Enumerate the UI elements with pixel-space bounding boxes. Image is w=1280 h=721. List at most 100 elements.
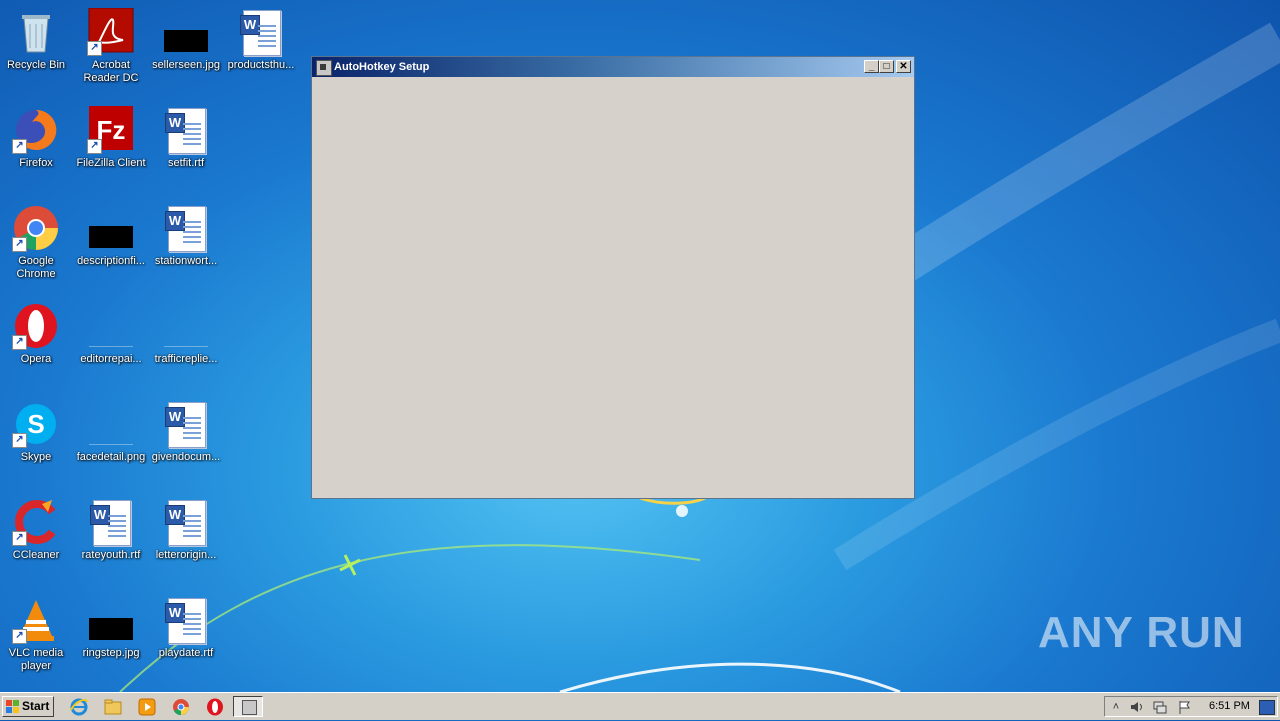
word-document-icon: W [162, 106, 210, 154]
desktop-icon-label: rateyouth.rtf [81, 549, 141, 561]
maximize-button[interactable]: □ [879, 60, 894, 73]
window-titlebar[interactable]: AutoHotkey Setup _ □ ✕ [312, 57, 914, 77]
opera-icon[interactable] [206, 698, 224, 716]
desktop-icon-acrobat-reader-dc[interactable]: ↗ Acrobat Reader DC [73, 7, 149, 85]
desktop-icon-facedetail[interactable]: facedetail.png [73, 400, 149, 464]
autohotkey-setup-icon [242, 700, 257, 715]
word-document-icon: W [162, 596, 210, 644]
folder-icon[interactable] [104, 698, 122, 716]
desktop-icon-firefox[interactable]: ↗ Firefox [0, 106, 74, 170]
shortcut-arrow-icon: ↗ [12, 531, 27, 546]
autohotkey-setup-icon [316, 60, 332, 76]
desktop-icon-label: Google Chrome [16, 255, 56, 280]
recycle-bin-icon [12, 8, 60, 56]
shortcut-arrow-icon: ↗ [87, 139, 102, 154]
anyrun-watermark: ANY RUN [1038, 608, 1245, 657]
media-player-icon[interactable] [138, 698, 156, 716]
system-tray: ˄ 6:51 PM [1104, 696, 1278, 717]
desktop-icon-label: VLC media player [8, 647, 64, 672]
desktop-icon-ringstep[interactable]: ringstep.jpg [73, 596, 149, 660]
taskbar-button-autohotkey-setup[interactable] [233, 696, 263, 717]
desktop-icon-label: descriptionfi... [77, 255, 145, 267]
window-title: AutoHotkey Setup [334, 61, 430, 73]
word-document-icon: W [162, 498, 210, 546]
desktop-icon-skype[interactable]: S ↗ Skype [0, 400, 74, 464]
shortcut-arrow-icon: ↗ [12, 629, 27, 644]
chrome-icon: ↗ [12, 204, 60, 252]
desktop-icon-label: FileZilla Client [76, 157, 146, 169]
system-clock[interactable]: 6:51 PM [1209, 697, 1250, 716]
shortcut-arrow-icon: ↗ [12, 139, 27, 154]
skype-icon: S ↗ [12, 400, 60, 448]
desktop-icon-label: setfit.rtf [167, 157, 205, 169]
desktop-icon-label: sellerseen.jpg [152, 59, 220, 71]
show-desktop-button[interactable] [1259, 700, 1275, 715]
word-document-icon: W [162, 204, 210, 252]
image-file-icon [87, 596, 135, 644]
image-file-icon [162, 8, 210, 56]
desktop-icon-label: Recycle Bin [6, 59, 66, 71]
desktop-icon-label: stationwort... [154, 255, 218, 267]
desktop-icon-ccleaner[interactable]: ↗ CCleaner [0, 498, 74, 562]
desktop-icon-rateyouth[interactable]: W rateyouth.rtf [73, 498, 149, 562]
desktop-icon-stationwort[interactable]: W stationwort... [148, 204, 224, 268]
svg-text:S: S [27, 409, 44, 439]
network-icon[interactable] [1153, 700, 1167, 714]
desktop-icon-label: Opera [20, 353, 52, 365]
desktop-icon-label: givendocum... [151, 451, 221, 463]
shortcut-arrow-icon: ↗ [12, 237, 27, 252]
desktop-icon-label: CCleaner [12, 549, 60, 561]
image-file-icon [87, 302, 135, 350]
minimize-button[interactable]: _ [864, 60, 879, 73]
internet-explorer-icon[interactable] [70, 698, 88, 716]
desktop-icon-label: ringstep.jpg [82, 647, 140, 659]
chrome-icon[interactable] [172, 698, 190, 716]
desktop-icon-label: trafficreplie... [154, 353, 218, 365]
ccleaner-icon: ↗ [12, 498, 60, 546]
desktop-icon-label: Acrobat Reader DC [83, 59, 139, 84]
image-file-icon [87, 204, 135, 252]
word-document-icon: W [162, 400, 210, 448]
start-button[interactable]: Start [2, 696, 54, 717]
desktop-icon-letterorigin[interactable]: W letterorigin... [148, 498, 224, 562]
windows-logo-icon [6, 700, 20, 713]
desktop-icon-google-chrome[interactable]: ↗ Google Chrome [0, 204, 74, 281]
firefox-icon: ↗ [12, 106, 60, 154]
action-center-flag-icon[interactable] [1177, 700, 1191, 714]
volume-icon[interactable] [1129, 700, 1143, 714]
desktop-icon-label: facedetail.png [76, 451, 146, 463]
start-label: Start [22, 699, 50, 713]
window-client-area [312, 77, 914, 498]
autohotkey-setup-window[interactable]: AutoHotkey Setup _ □ ✕ [311, 56, 915, 499]
desktop-icon-opera[interactable]: ↗ Opera [0, 302, 74, 366]
desktop-icon-editorrepai[interactable]: editorrepai... [73, 302, 149, 366]
image-file-icon [162, 302, 210, 350]
desktop-icon-vlc-media-player[interactable]: ↗ VLC media player [0, 596, 74, 673]
desktop-icon-productsthu[interactable]: W productsthu... [223, 8, 299, 72]
desktop-icon-label: letterorigin... [155, 549, 217, 561]
desktop-icon-descriptionfi[interactable]: descriptionfi... [73, 204, 149, 268]
image-file-icon [87, 400, 135, 448]
filezilla-icon: Fz ↗ [87, 106, 135, 154]
desktop-icon-label: Firefox [19, 157, 53, 169]
desktop-icon-label: playdate.rtf [158, 647, 214, 659]
desktop-icon-label: Skype [20, 451, 52, 463]
desktop-icon-label: editorrepai... [80, 353, 142, 365]
desktop-icon-setfit[interactable]: W setfit.rtf [148, 106, 224, 170]
show-hidden-icons-button[interactable]: ˄ [1109, 700, 1123, 714]
shortcut-arrow-icon: ↗ [87, 41, 102, 56]
shortcut-arrow-icon: ↗ [12, 335, 27, 350]
word-document-icon: W [237, 8, 285, 56]
close-button[interactable]: ✕ [896, 60, 911, 73]
acrobat-icon: ↗ [87, 7, 135, 56]
desktop-icon-sellerseen[interactable]: sellerseen.jpg [148, 8, 224, 72]
desktop-icon-givendocum[interactable]: W givendocum... [148, 400, 224, 464]
desktop-icon-playdate[interactable]: W playdate.rtf [148, 596, 224, 660]
shortcut-arrow-icon: ↗ [12, 433, 27, 448]
desktop-icon-recycle-bin[interactable]: Recycle Bin [0, 8, 74, 72]
desktop-icon-trafficreplie[interactable]: trafficreplie... [148, 302, 224, 366]
vlc-icon: ↗ [12, 596, 60, 644]
word-document-icon: W [87, 498, 135, 546]
desktop-icon-filezilla-client[interactable]: Fz ↗ FileZilla Client [73, 106, 149, 170]
taskbar: Start ˄ 6:51 PM [0, 692, 1280, 720]
